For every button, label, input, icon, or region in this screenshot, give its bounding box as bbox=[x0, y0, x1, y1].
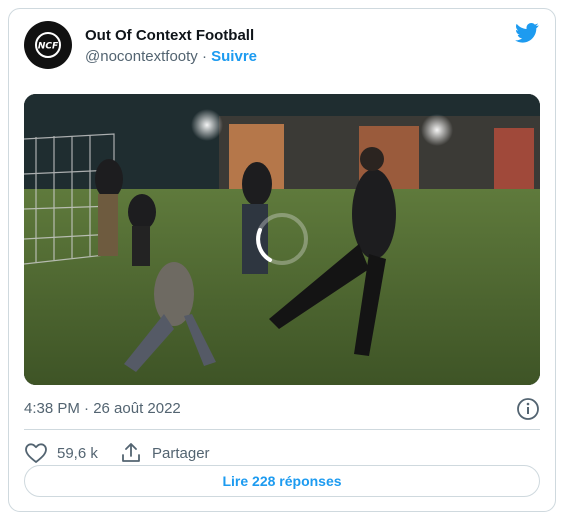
avatar-logo-text: NCF bbox=[38, 42, 59, 52]
video-player[interactable] bbox=[24, 94, 540, 385]
twitter-bird-icon[interactable] bbox=[515, 23, 539, 43]
likes-count: 59,6 k bbox=[57, 444, 98, 462]
handle-row: @nocontextfooty · Suivre bbox=[85, 48, 257, 65]
tweet-meta: 4:38 PM · 26 août 2022 bbox=[24, 397, 540, 421]
display-name[interactable]: Out Of Context Football bbox=[85, 27, 254, 44]
video-frame bbox=[24, 94, 540, 385]
share-icon bbox=[122, 443, 140, 462]
tweet-embed-card: NCF Out Of Context Football @nocontextfo… bbox=[8, 8, 556, 512]
tweet-timestamp[interactable]: 4:38 PM · 26 août 2022 bbox=[24, 400, 181, 417]
user-handle[interactable]: @nocontextfooty bbox=[85, 48, 198, 65]
ncf-logo-icon: NCF bbox=[35, 32, 61, 58]
follow-link[interactable]: Suivre bbox=[211, 48, 257, 65]
read-replies-button[interactable]: Lire 228 réponses bbox=[24, 465, 540, 497]
divider bbox=[24, 429, 540, 430]
share-label: Partager bbox=[152, 444, 210, 462]
info-icon[interactable] bbox=[516, 397, 540, 421]
heart-icon bbox=[25, 443, 47, 463]
handle-separator: · bbox=[197, 48, 212, 65]
avatar[interactable]: NCF bbox=[24, 21, 72, 69]
